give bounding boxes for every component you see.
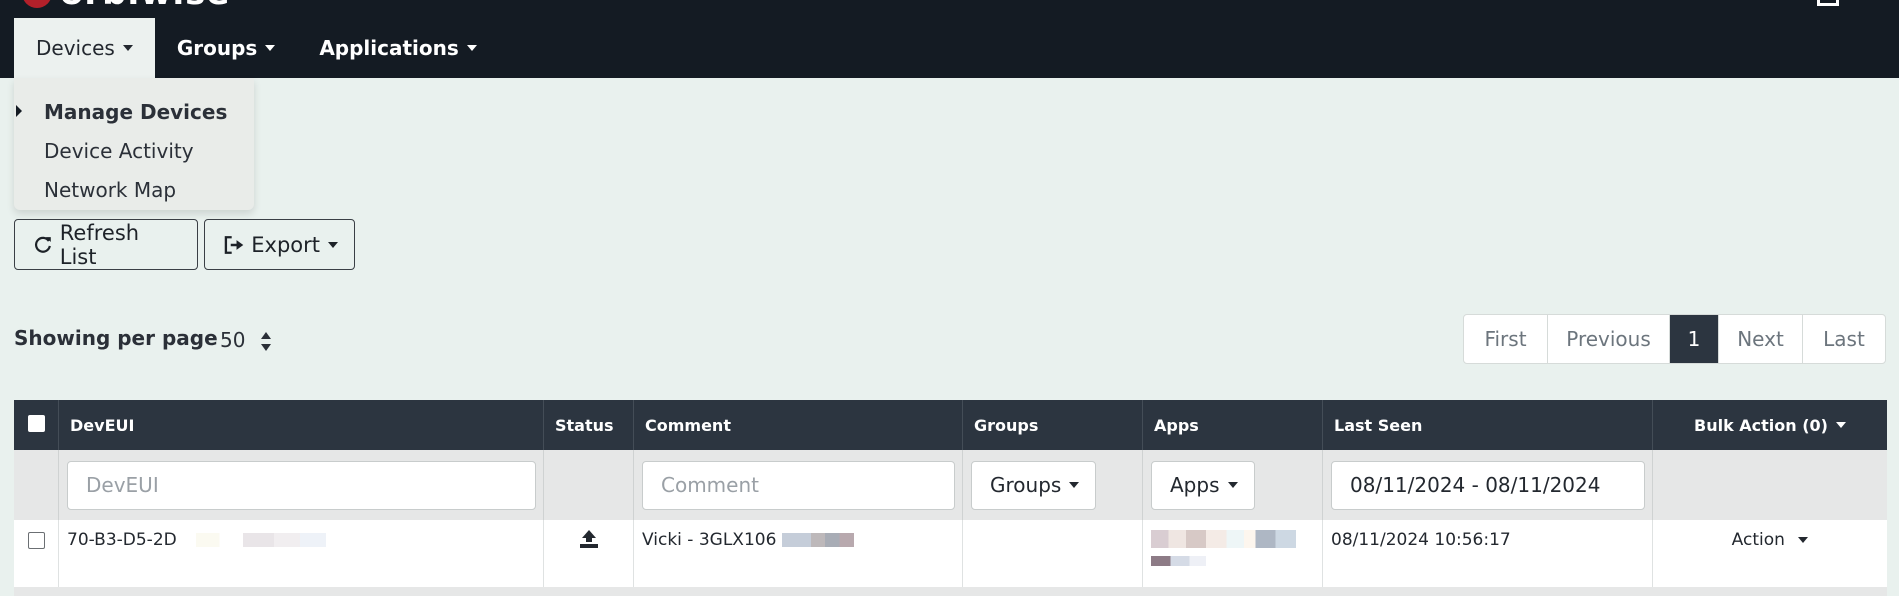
export-icon	[224, 235, 244, 254]
chevron-down-icon	[265, 45, 276, 51]
table-header: DevEUI Status Comment Groups Apps Last S…	[14, 400, 1887, 450]
refresh-list-button[interactable]: Refresh List	[14, 219, 198, 270]
apps-cell	[1143, 520, 1323, 587]
groups-filter-dropdown[interactable]: Groups	[971, 460, 1097, 510]
comment-filter-input[interactable]: Comment	[642, 460, 955, 510]
filter-status-cell	[544, 450, 634, 520]
apps-filter-dropdown[interactable]: Apps	[1151, 460, 1255, 510]
groups-filter-label: Groups	[990, 473, 1062, 497]
date-range-filter-input[interactable]: 08/11/2024 - 08/11/2024	[1331, 460, 1645, 510]
top-navbar: orbiwise Devices Groups Applications	[0, 0, 1899, 78]
nav-devices-label: Devices	[36, 36, 115, 60]
table-row[interactable]: 70-B3-D5-2D Vicki - 3GLX106 08/11/2024 1…	[14, 520, 1887, 587]
deveui-filter-input[interactable]: DevEUI	[67, 460, 536, 510]
deveui-value: 70-B3-D5-2D	[67, 530, 177, 550]
redacted-app-tags	[1151, 556, 1206, 566]
filter-empty-cell	[14, 450, 59, 520]
header-comment[interactable]: Comment	[634, 400, 963, 450]
per-page-label: Showing per page	[14, 326, 218, 350]
nav-devices[interactable]: Devices	[14, 18, 155, 78]
refresh-icon	[35, 236, 51, 253]
export-button[interactable]: Export	[204, 219, 355, 270]
filter-deveui-cell: DevEUI	[59, 450, 544, 520]
box-icon[interactable]	[1817, 0, 1839, 6]
row-checkbox[interactable]	[28, 532, 45, 549]
chevron-down-icon	[122, 45, 133, 51]
filter-bulk-cell	[1653, 450, 1887, 520]
logo-text: orbiwise	[60, 0, 230, 10]
refresh-list-label: Refresh List	[59, 220, 140, 269]
chevron-down-icon	[1227, 482, 1238, 488]
header-deveui[interactable]: DevEUI	[59, 400, 544, 450]
table-row	[14, 587, 1887, 596]
filter-last-seen-cell: 08/11/2024 - 08/11/2024	[1323, 450, 1653, 520]
filter-comment-cell: Comment	[634, 450, 963, 520]
nav-groups[interactable]: Groups	[155, 18, 297, 78]
chevron-down-icon	[1798, 537, 1809, 543]
chevron-down-icon	[466, 45, 477, 51]
row-action-dropdown[interactable]: Action	[1653, 520, 1887, 587]
filter-groups-cell: Groups	[963, 450, 1143, 520]
pagination-page-1[interactable]: 1	[1670, 315, 1719, 363]
menu-item-device-activity[interactable]: Device Activity	[14, 131, 254, 170]
chevron-down-icon	[1836, 422, 1846, 428]
nav-applications-label: Applications	[319, 36, 459, 60]
redacted-text	[781, 533, 854, 547]
upload-icon	[579, 530, 598, 548]
header-groups[interactable]: Groups	[963, 400, 1143, 450]
select-all-checkbox[interactable]	[28, 414, 45, 432]
status-cell	[544, 520, 634, 587]
row-action-label: Action	[1731, 530, 1785, 550]
menu-item-manage-devices[interactable]: Manage Devices	[14, 92, 254, 131]
devices-dropdown-menu: Manage Devices Device Activity Network M…	[14, 78, 254, 210]
per-page-value[interactable]: 50	[220, 328, 245, 352]
filter-apps-cell: Apps	[1143, 450, 1323, 520]
nav-groups-label: Groups	[176, 36, 258, 60]
nav-applications[interactable]: Applications	[297, 18, 498, 78]
chevron-down-icon	[1069, 482, 1080, 488]
header-last-seen[interactable]: Last Seen	[1323, 400, 1653, 450]
comment-value: Vicki - 3GLX106	[642, 530, 777, 550]
orbiwise-logo-icon	[22, 0, 52, 8]
header-apps[interactable]: Apps	[1143, 400, 1323, 450]
groups-cell	[963, 520, 1143, 587]
bulk-action-label: Bulk Action (0)	[1694, 415, 1828, 435]
header-select-all-cell	[14, 400, 59, 450]
header-status[interactable]: Status	[544, 400, 634, 450]
main-nav: Devices Groups Applications	[14, 18, 499, 78]
pagination: First Previous 1 Next Last	[1463, 314, 1886, 364]
pagination-first[interactable]: First	[1464, 315, 1548, 363]
comment-cell: Vicki - 3GLX106	[634, 520, 963, 587]
bulk-action-dropdown[interactable]: Bulk Action (0)	[1653, 400, 1887, 450]
pagination-last[interactable]: Last	[1803, 315, 1885, 363]
filter-row: DevEUI Comment Groups Apps 08/11/2024 - …	[14, 450, 1887, 520]
row-select-cell	[14, 520, 59, 587]
menu-item-network-map[interactable]: Network Map	[14, 170, 254, 209]
apps-filter-label: Apps	[1170, 473, 1220, 497]
devices-table: DevEUI Status Comment Groups Apps Last S…	[14, 400, 1887, 596]
deveui-cell: 70-B3-D5-2D	[59, 520, 544, 587]
chevron-down-icon	[328, 241, 338, 248]
pagination-previous[interactable]: Previous	[1548, 315, 1670, 363]
pagination-next[interactable]: Next	[1719, 315, 1803, 363]
sort-arrows-icon[interactable]	[260, 332, 272, 354]
last-seen-cell: 08/11/2024 10:56:17	[1323, 520, 1653, 587]
logo[interactable]: orbiwise	[22, 0, 230, 10]
export-label: Export	[251, 232, 320, 257]
redacted-app-tags	[1151, 530, 1296, 548]
redacted-text	[196, 533, 327, 547]
